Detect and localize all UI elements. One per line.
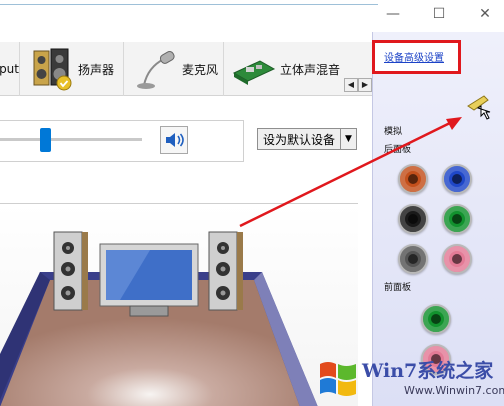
watermark-url: Www.Winwin7.com [404,384,504,397]
annotation-arrow [239,117,462,228]
windows-logo-icon [320,362,356,396]
watermark-brand: Win7系统之家 [362,360,494,382]
